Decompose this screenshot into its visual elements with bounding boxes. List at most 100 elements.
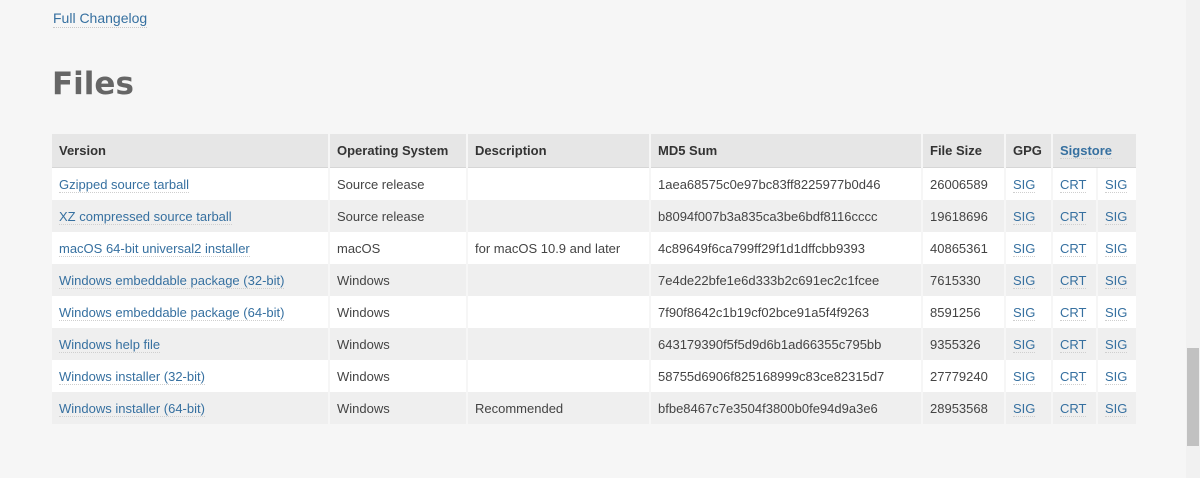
files-table: Version Operating System Description MD5… <box>50 134 1138 424</box>
file-download-link[interactable]: XZ compressed source tarball <box>59 208 232 225</box>
gpg-sig-link[interactable]: SIG <box>1013 368 1036 385</box>
gpg-sig-link[interactable]: SIG <box>1013 208 1036 225</box>
cell-description <box>468 328 649 360</box>
sigstore-crt-link[interactable]: CRT <box>1060 368 1087 385</box>
sigstore-sig-link[interactable]: SIG <box>1105 368 1128 385</box>
files-heading: Files <box>52 66 134 102</box>
sigstore-crt-link[interactable]: CRT <box>1060 208 1087 225</box>
sigstore-link[interactable]: Sigstore <box>1060 143 1113 159</box>
cell-md5-sum: 4c89649f6ca799ff29f1d1dffcbb9393 <box>651 232 921 264</box>
cell-description: Recommended <box>468 392 649 424</box>
table-row: Windows embeddable package (32-bit) Windo… <box>52 264 1136 296</box>
full-changelog-link[interactable]: Full Changelog <box>53 9 148 28</box>
cell-file-size: 7615330 <box>923 264 1004 296</box>
table-row: Windows installer (32-bit) Windows 58755d6… <box>52 360 1136 392</box>
file-download-link[interactable]: Windows embeddable package (64-bit) <box>59 304 285 321</box>
gpg-sig-link[interactable]: SIG <box>1013 176 1036 193</box>
gpg-sig-link[interactable]: SIG <box>1013 272 1036 289</box>
cell-sigstore-crt: CRT <box>1053 200 1096 232</box>
cell-file-size: 19618696 <box>923 200 1004 232</box>
file-download-link[interactable]: Windows installer (32-bit) <box>59 368 205 385</box>
cell-gpg: SIG <box>1006 296 1051 328</box>
cell-md5-sum: 1aea68575c0e97bc83ff8225977b0d46 <box>651 168 921 200</box>
cell-md5-sum: b8094f007b3a835ca3be6bdf8116cccc <box>651 200 921 232</box>
table-row: Gzipped source tarball Source release 1aea… <box>52 168 1136 200</box>
cell-sigstore-crt: CRT <box>1053 264 1096 296</box>
cell-sigstore-sig: SIG <box>1098 232 1136 264</box>
cell-file-size: 28953568 <box>923 392 1004 424</box>
gpg-sig-link[interactable]: SIG <box>1013 400 1036 417</box>
files-table-body: Gzipped source tarball Source release 1aea… <box>52 168 1136 424</box>
cell-md5-sum: 7e4de22bfe1e6d333b2c691ec2c1fcee <box>651 264 921 296</box>
cell-description <box>468 168 649 200</box>
table-row: Windows help file Windows 643179390f5f5d9d… <box>52 328 1136 360</box>
sigstore-sig-link[interactable]: SIG <box>1105 240 1128 257</box>
cell-description <box>468 360 649 392</box>
cell-version: Windows installer (64-bit) <box>52 392 328 424</box>
table-row: macOS 64-bit universal2 installer macOS fo… <box>52 232 1136 264</box>
gpg-sig-link[interactable]: SIG <box>1013 240 1036 257</box>
cell-operating-system: Windows <box>330 264 466 296</box>
vertical-scrollbar[interactable] <box>1186 0 1200 478</box>
sigstore-sig-link[interactable]: SIG <box>1105 176 1128 193</box>
cell-gpg: SIG <box>1006 360 1051 392</box>
file-download-link[interactable]: Gzipped source tarball <box>59 176 190 193</box>
sigstore-crt-link[interactable]: CRT <box>1060 272 1087 289</box>
cell-version: Windows help file <box>52 328 328 360</box>
cell-sigstore-crt: CRT <box>1053 168 1096 200</box>
cell-operating-system: Source release <box>330 168 466 200</box>
cell-description <box>468 296 649 328</box>
cell-md5-sum: bfbe8467c7e3504f3800b0fe94d9a3e6 <box>651 392 921 424</box>
cell-sigstore-crt: CRT <box>1053 232 1096 264</box>
cell-file-size: 26006589 <box>923 168 1004 200</box>
table-row: Windows installer (64-bit) Windows Recomme… <box>52 392 1136 424</box>
cell-gpg: SIG <box>1006 168 1051 200</box>
cell-operating-system: Windows <box>330 296 466 328</box>
cell-sigstore-sig: SIG <box>1098 200 1136 232</box>
header-gpg: GPG <box>1006 134 1051 168</box>
cell-sigstore-crt: CRT <box>1053 296 1096 328</box>
scrollbar-thumb[interactable] <box>1187 348 1199 446</box>
sigstore-sig-link[interactable]: SIG <box>1105 400 1128 417</box>
header-file-size: File Size <box>923 134 1004 168</box>
sigstore-crt-link[interactable]: CRT <box>1060 400 1087 417</box>
cell-operating-system: Windows <box>330 360 466 392</box>
table-row: Windows embeddable package (64-bit) Windo… <box>52 296 1136 328</box>
cell-version: XZ compressed source tarball <box>52 200 328 232</box>
header-sigstore: Sigstore <box>1053 134 1136 168</box>
cell-sigstore-sig: SIG <box>1098 264 1136 296</box>
file-download-link[interactable]: macOS 64-bit universal2 installer <box>59 240 250 257</box>
file-download-link[interactable]: Windows embeddable package (32-bit) <box>59 272 285 289</box>
sigstore-sig-link[interactable]: SIG <box>1105 208 1128 225</box>
cell-description: for macOS 10.9 and later <box>468 232 649 264</box>
sigstore-crt-link[interactable]: CRT <box>1060 176 1087 193</box>
cell-sigstore-sig: SIG <box>1098 328 1136 360</box>
sigstore-sig-link[interactable]: SIG <box>1105 272 1128 289</box>
cell-description <box>468 264 649 296</box>
sigstore-crt-link[interactable]: CRT <box>1060 336 1087 353</box>
cell-file-size: 8591256 <box>923 296 1004 328</box>
cell-file-size: 27779240 <box>923 360 1004 392</box>
sigstore-sig-link[interactable]: SIG <box>1105 304 1128 321</box>
file-download-link[interactable]: Windows installer (64-bit) <box>59 400 205 417</box>
gpg-sig-link[interactable]: SIG <box>1013 304 1036 321</box>
table-header-row: Version Operating System Description MD5… <box>52 134 1136 168</box>
page: Full Changelog Files Version Operating S… <box>0 0 1200 478</box>
sigstore-crt-link[interactable]: CRT <box>1060 304 1087 321</box>
cell-file-size: 9355326 <box>923 328 1004 360</box>
cell-md5-sum: 7f90f8642c1b19cf02bce91a5f4f9263 <box>651 296 921 328</box>
cell-gpg: SIG <box>1006 328 1051 360</box>
cell-operating-system: Windows <box>330 392 466 424</box>
cell-operating-system: macOS <box>330 232 466 264</box>
gpg-sig-link[interactable]: SIG <box>1013 336 1036 353</box>
cell-gpg: SIG <box>1006 232 1051 264</box>
cell-description <box>468 200 649 232</box>
header-version: Version <box>52 134 328 168</box>
cell-version: Windows embeddable package (64-bit) <box>52 296 328 328</box>
sigstore-sig-link[interactable]: SIG <box>1105 336 1128 353</box>
cell-md5-sum: 58755d6906f825168999c83ce82315d7 <box>651 360 921 392</box>
sigstore-crt-link[interactable]: CRT <box>1060 240 1087 257</box>
cell-sigstore-crt: CRT <box>1053 328 1096 360</box>
cell-sigstore-sig: SIG <box>1098 168 1136 200</box>
file-download-link[interactable]: Windows help file <box>59 336 161 353</box>
